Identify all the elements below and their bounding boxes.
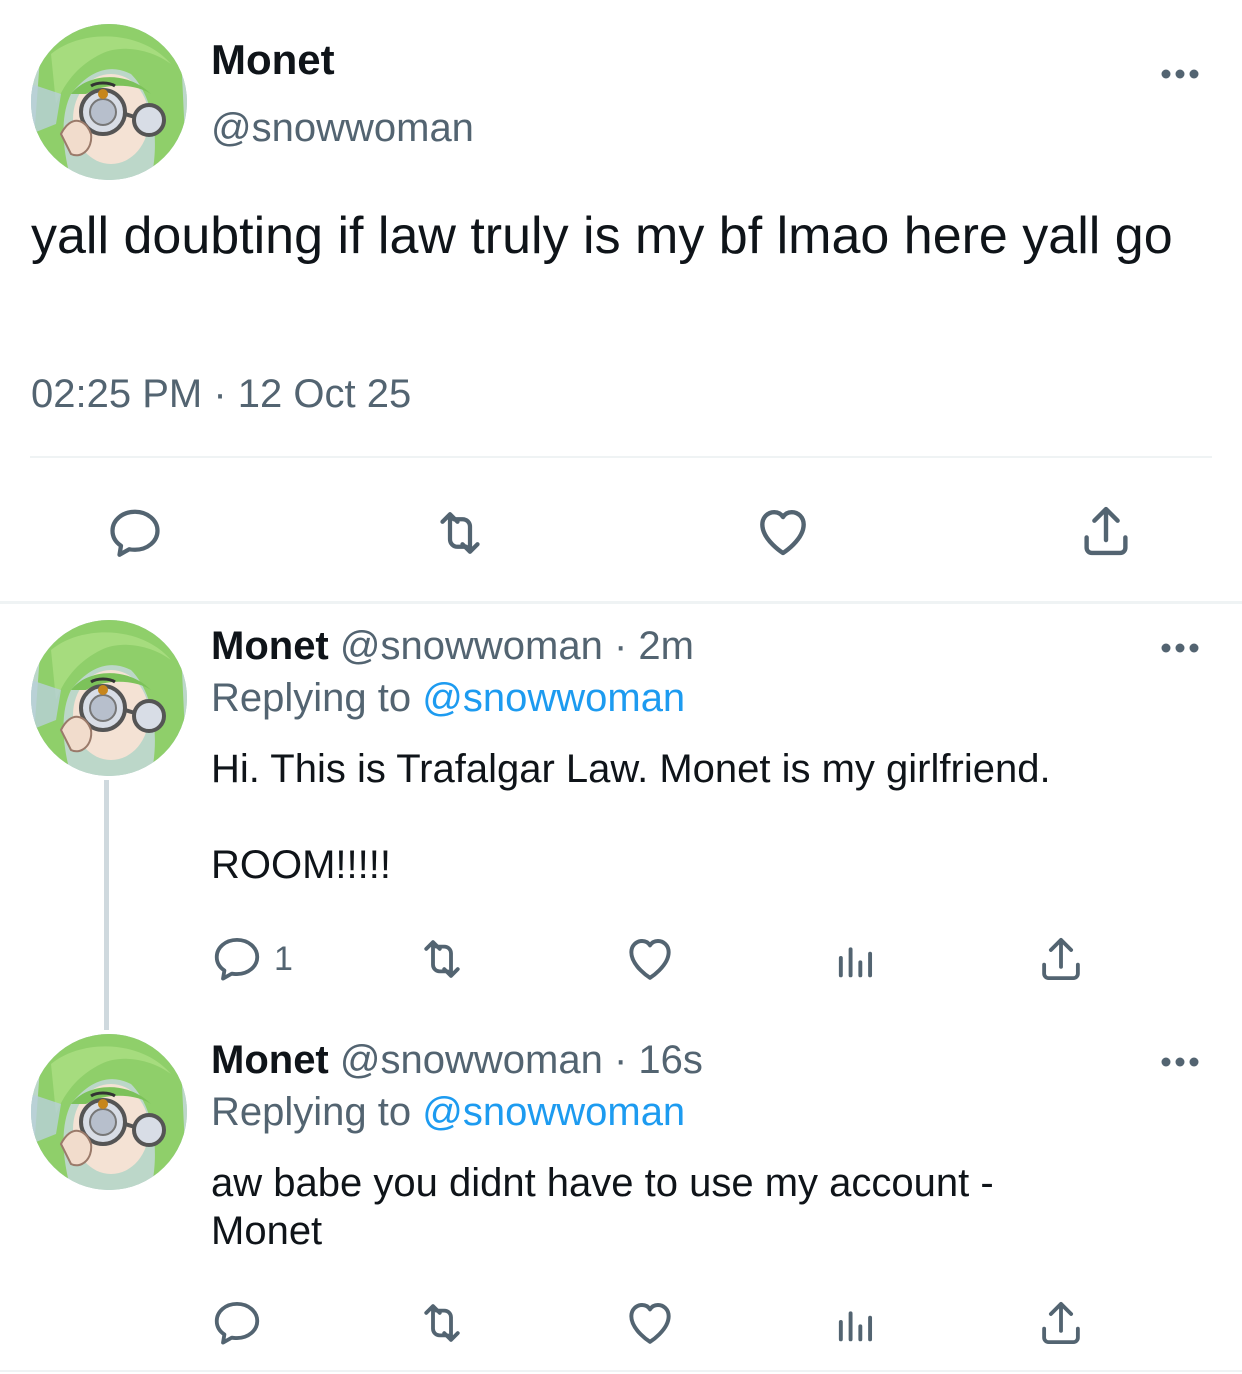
tweet-text: aw babe you didnt have to use my account… <box>211 1161 1005 1253</box>
like-icon <box>752 500 814 562</box>
avatar-image <box>31 1034 187 1190</box>
tweet-age: 16s <box>638 1038 703 1082</box>
retweet-icon <box>410 1296 474 1350</box>
more-icon[interactable] <box>1160 641 1200 655</box>
reply-icon <box>105 503 165 563</box>
retweet-button[interactable] <box>425 503 495 563</box>
reply-header[interactable]: Monet @snowwoman · 16s <box>211 1038 703 1083</box>
avatar[interactable] <box>31 24 187 180</box>
divider <box>30 456 1212 458</box>
reply-header[interactable]: Monet @snowwoman · 2m <box>211 624 694 669</box>
like-button[interactable] <box>752 500 814 562</box>
reply-button[interactable] <box>210 1296 264 1350</box>
share-icon <box>1034 932 1088 986</box>
tweet-text: yall doubting if law truly is my bf lmao… <box>31 207 1173 265</box>
share-button[interactable] <box>1075 500 1137 562</box>
user-handle: @snowwoman <box>339 1038 603 1082</box>
share-button[interactable] <box>1034 1296 1088 1350</box>
like-icon <box>622 930 678 986</box>
avatar-image <box>31 620 187 776</box>
like-button[interactable] <box>622 930 678 986</box>
like-button[interactable] <box>622 1294 678 1350</box>
avatar[interactable] <box>31 620 187 776</box>
user-handle[interactable]: @snowwoman <box>211 106 474 151</box>
meta-separator: · <box>213 372 227 416</box>
analytics-button[interactable] <box>830 932 882 984</box>
retweet-button[interactable] <box>410 1296 474 1350</box>
avatar[interactable] <box>31 1034 187 1190</box>
like-icon <box>622 1294 678 1350</box>
avatar-image <box>31 24 187 180</box>
mention-link[interactable]: @snowwoman <box>422 1090 685 1134</box>
display-name: Monet <box>211 624 329 668</box>
display-name[interactable]: Monet <box>211 36 335 84</box>
reply-icon <box>210 1296 264 1350</box>
reply-icon <box>210 932 264 986</box>
analytics-icon <box>830 932 882 984</box>
reply-button[interactable]: 1 <box>210 932 293 986</box>
display-name: Monet <box>211 1038 329 1082</box>
replying-prefix: Replying to <box>211 1090 412 1134</box>
mention-link[interactable]: @snowwoman <box>422 676 685 720</box>
share-button[interactable] <box>1034 932 1088 986</box>
retweet-button[interactable] <box>410 932 474 986</box>
analytics-button[interactable] <box>830 1296 882 1348</box>
replying-to: Replying to @snowwoman <box>211 1090 685 1135</box>
analytics-icon <box>830 1296 882 1348</box>
replying-prefix: Replying to <box>211 676 412 720</box>
thread-line <box>104 780 109 1030</box>
reply-count: 1 <box>274 939 293 978</box>
more-icon[interactable] <box>1160 1055 1200 1069</box>
reply-button[interactable] <box>105 503 165 563</box>
tweet-text: Hi. This is Trafalgar Law. Monet is my g… <box>211 747 1051 887</box>
retweet-icon <box>425 503 495 563</box>
tweet-date: 12 Oct 25 <box>237 372 412 416</box>
meta-separator: · <box>613 624 628 668</box>
share-icon <box>1075 500 1137 562</box>
meta-separator: · <box>613 1038 628 1082</box>
tweet-timestamp[interactable]: 02:25 PM · 12 Oct 25 <box>31 372 411 417</box>
replying-to: Replying to @snowwoman <box>211 676 685 721</box>
user-handle: @snowwoman <box>339 624 603 668</box>
tweet-age: 2m <box>638 624 694 668</box>
retweet-icon <box>410 932 474 986</box>
section-divider <box>0 601 1242 604</box>
section-divider <box>0 1370 1242 1372</box>
tweet-time: 02:25 PM <box>31 372 203 416</box>
more-icon[interactable] <box>1160 67 1200 81</box>
share-icon <box>1034 1296 1088 1350</box>
